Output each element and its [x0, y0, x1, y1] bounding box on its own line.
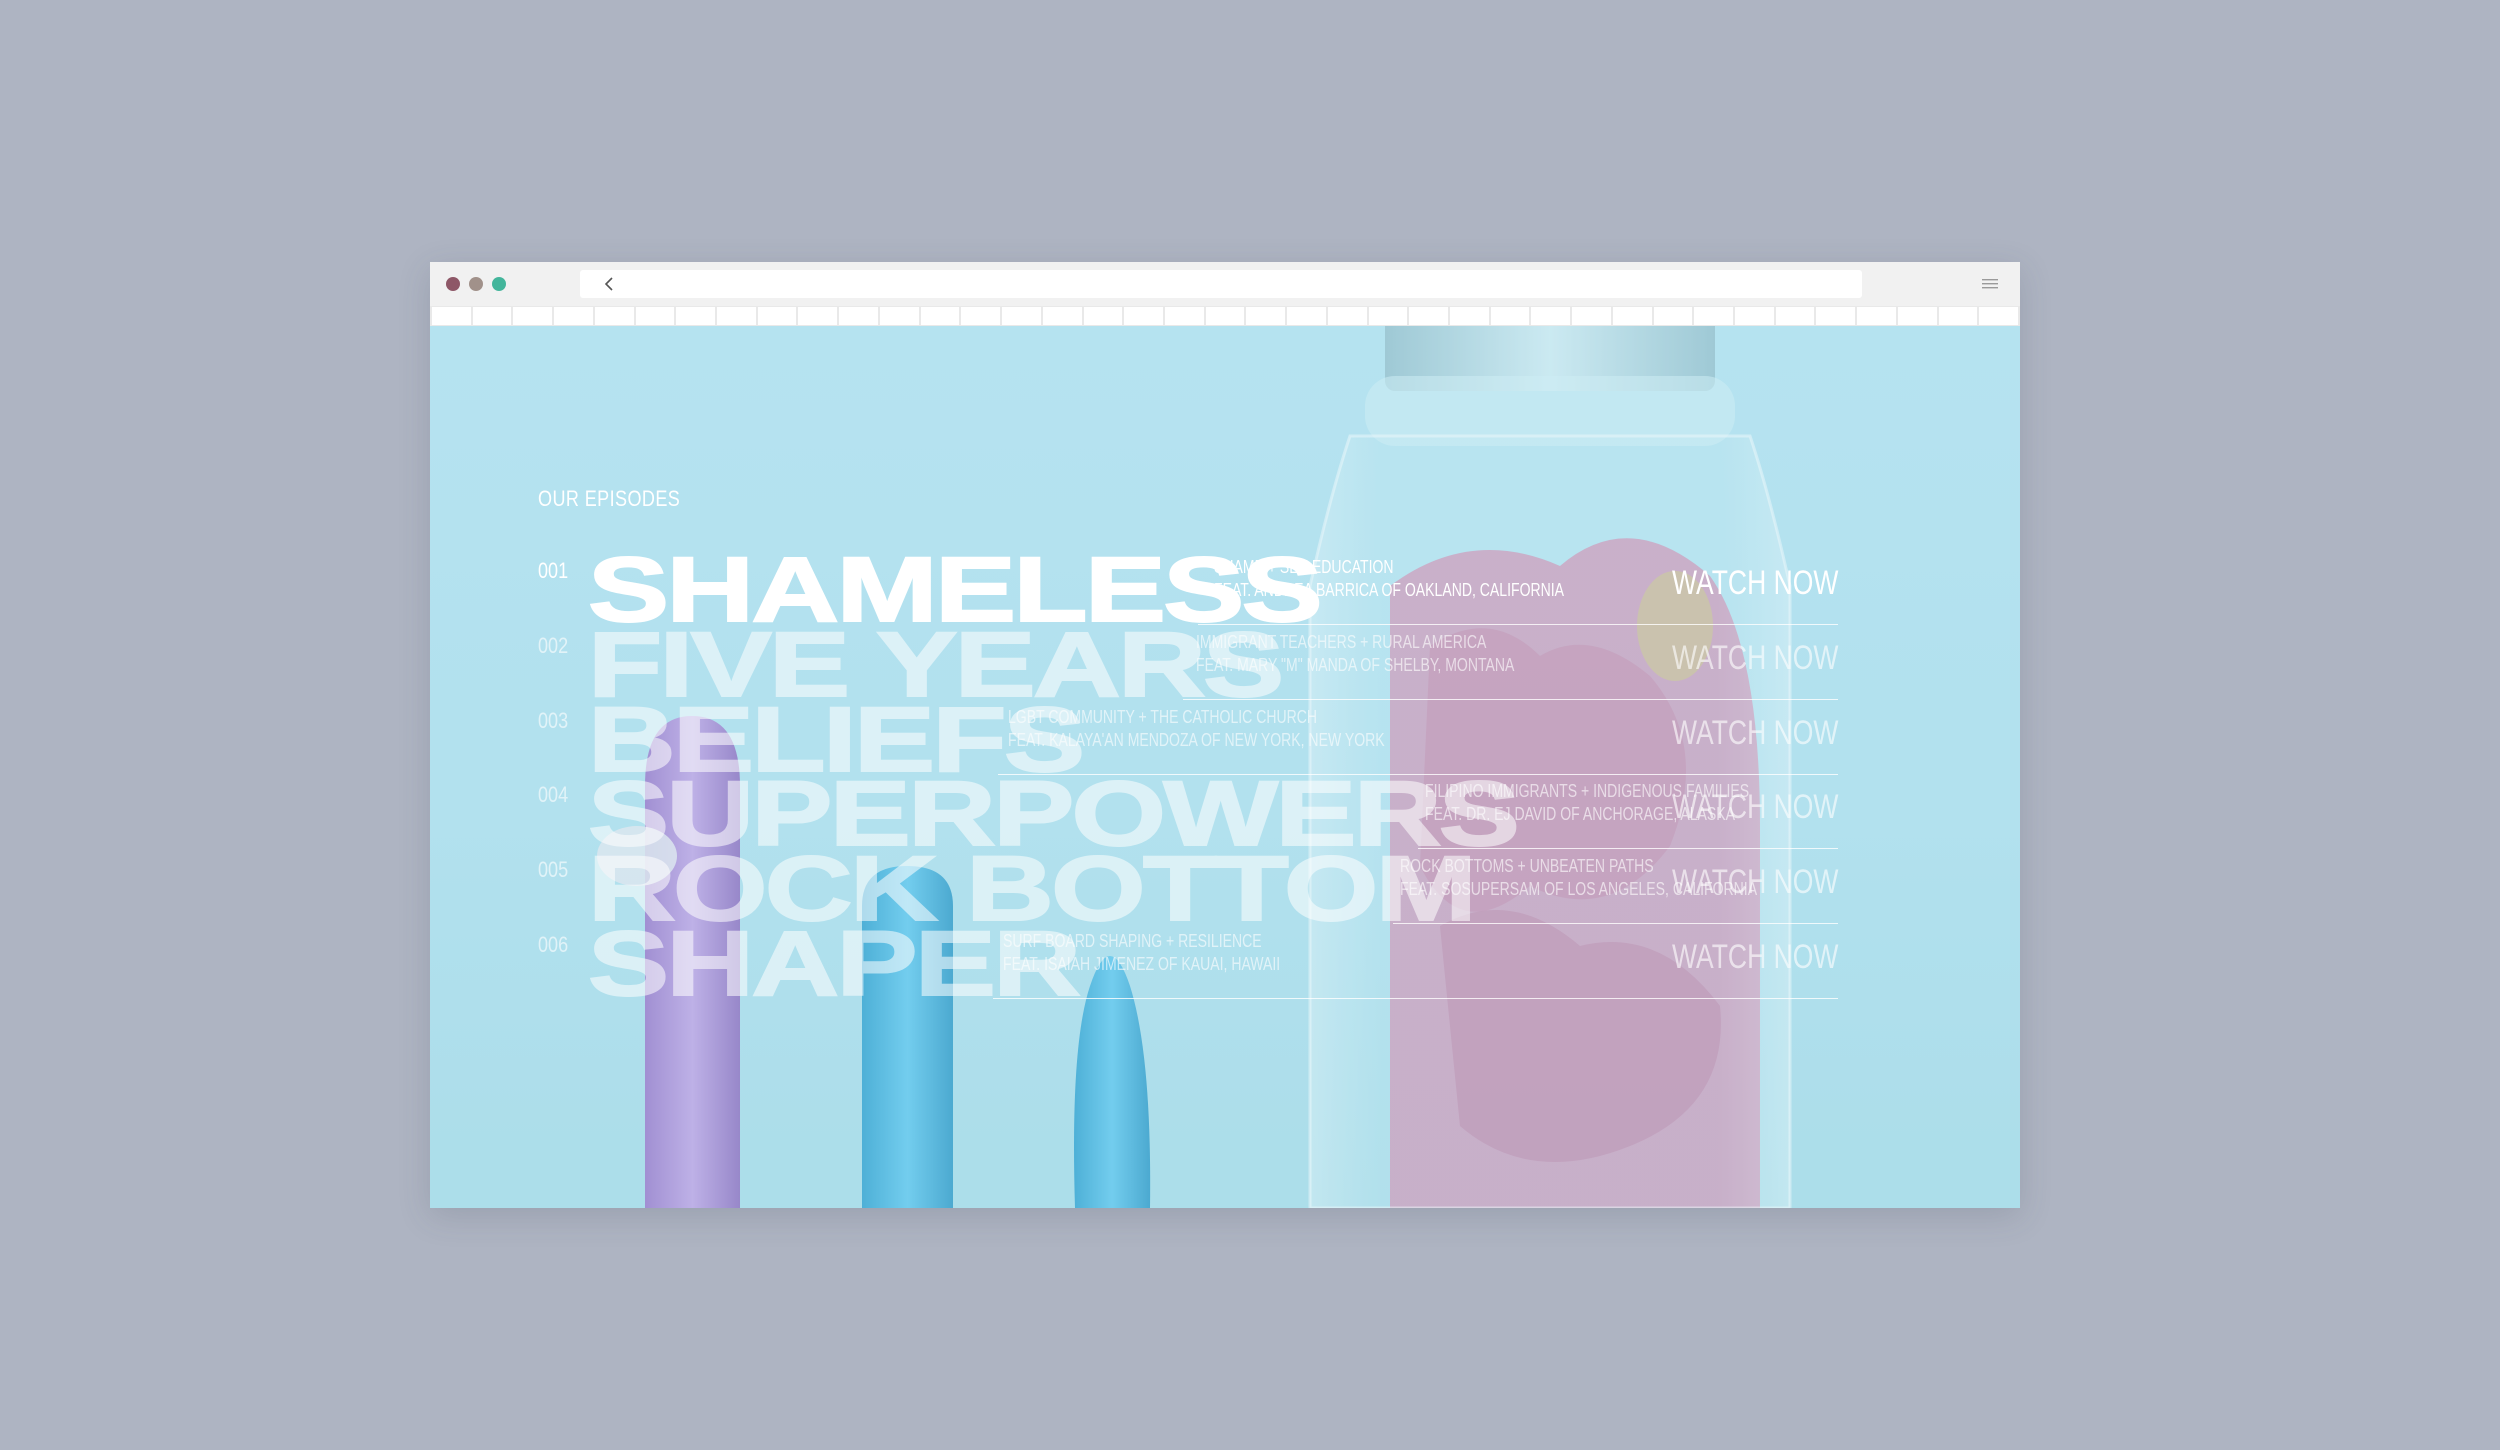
browser-tab[interactable] [920, 307, 960, 325]
episode-feature: FEAT. KALAYA'AN MENDOZA OF NEW YORK, NEW… [1008, 730, 1385, 750]
browser-tab[interactable] [1979, 307, 2019, 325]
episode-number: 003 [538, 708, 569, 733]
browser-tab[interactable] [1083, 307, 1123, 325]
browser-tab[interactable] [513, 307, 553, 325]
browser-tab[interactable] [1735, 307, 1774, 325]
watch-now-link[interactable]: WATCH NOW [1672, 863, 1838, 902]
browser-tab[interactable] [676, 307, 716, 325]
browser-tab[interactable] [1205, 307, 1245, 325]
browser-tab[interactable] [839, 307, 878, 325]
episode-topic: IMMIGRANT TEACHERS + RURAL AMERICA [1196, 632, 1487, 652]
browser-tab[interactable] [1002, 307, 1041, 325]
episode-topic: LGBT COMMUNITY + THE CATHOLIC CHURCH [1008, 707, 1318, 727]
episode-number: 006 [538, 932, 569, 957]
browser-tab[interactable] [1042, 307, 1082, 325]
episode-meta: LGBT COMMUNITY + THE CATHOLIC CHURCH FEA… [1008, 706, 1385, 752]
browser-tab[interactable] [757, 307, 797, 325]
browser-tab[interactable] [1694, 307, 1733, 325]
tab-strip [430, 306, 2020, 326]
episode-meta: SHAME + SEX EDUCATION FEAT. ANDREA BARRI… [1214, 556, 1564, 602]
episodes-section: OUR EPISODES 001 SHAMELESS SHAME + SEX E… [430, 326, 2020, 1208]
close-window-button[interactable] [446, 277, 460, 291]
browser-tab[interactable] [1409, 307, 1448, 325]
browser-tab[interactable] [1327, 307, 1367, 325]
page-viewport: OUR EPISODES 001 SHAMELESS SHAME + SEX E… [430, 326, 2020, 1208]
watch-now-link[interactable]: WATCH NOW [1672, 564, 1838, 603]
browser-tab[interactable] [554, 307, 593, 325]
browser-tab[interactable] [1287, 307, 1326, 325]
minimize-window-button[interactable] [469, 277, 483, 291]
episode-number: 001 [538, 558, 569, 583]
browser-tab[interactable] [1897, 307, 1937, 325]
browser-tab[interactable] [635, 307, 675, 325]
maximize-window-button[interactable] [492, 277, 506, 291]
section-heading: OUR EPISODES [538, 486, 681, 511]
address-bar[interactable] [580, 270, 1862, 298]
browser-titlebar [430, 262, 2020, 306]
browser-tab[interactable] [1816, 307, 1856, 325]
browser-tab[interactable] [879, 307, 919, 325]
episode-number: 005 [538, 857, 569, 882]
browser-tab[interactable] [594, 307, 634, 325]
browser-tab[interactable] [1572, 307, 1611, 325]
browser-tab[interactable] [1612, 307, 1652, 325]
browser-tab[interactable] [1531, 307, 1571, 325]
chevron-left-icon[interactable] [600, 275, 618, 293]
row-divider [993, 998, 1838, 999]
browser-tab[interactable] [1775, 307, 1815, 325]
watch-now-link[interactable]: WATCH NOW [1672, 714, 1838, 753]
browser-tab[interactable] [1246, 307, 1286, 325]
browser-tab[interactable] [1449, 307, 1489, 325]
hamburger-menu-icon[interactable] [1982, 278, 1998, 290]
browser-tab[interactable] [717, 307, 756, 325]
browser-tab[interactable] [1938, 307, 1978, 325]
episode-feature: FEAT. MARY "M" MANDA OF SHELBY, MONTANA [1196, 655, 1515, 675]
browser-tab[interactable] [1164, 307, 1204, 325]
browser-tab[interactable] [1124, 307, 1163, 325]
watch-now-link[interactable]: WATCH NOW [1672, 639, 1838, 678]
browser-tab[interactable] [961, 307, 1001, 325]
episode-meta: IMMIGRANT TEACHERS + RURAL AMERICA FEAT.… [1196, 631, 1514, 677]
episode-topic: SHAME + SEX EDUCATION [1214, 557, 1394, 577]
episode-number: 002 [538, 633, 569, 658]
browser-tab[interactable] [798, 307, 838, 325]
browser-tab[interactable] [1368, 307, 1408, 325]
watch-now-link[interactable]: WATCH NOW [1672, 938, 1838, 977]
episode-meta: SURF BOARD SHAPING + RESILIENCE FEAT. IS… [1003, 930, 1280, 976]
episode-feature: FEAT. ANDREA BARRICA OF OAKLAND, CALIFOR… [1214, 580, 1565, 600]
episode-feature: FEAT. ISAIAH JIMENEZ OF KAUAI, HAWAII [1003, 954, 1281, 974]
browser-tab[interactable] [432, 307, 471, 325]
browser-window: OUR EPISODES 001 SHAMELESS SHAME + SEX E… [430, 262, 2020, 1208]
episode-topic: SURF BOARD SHAPING + RESILIENCE [1003, 931, 1262, 951]
episode-row[interactable]: 006 SHAPER SURF BOARD SHAPING + RESILIEN… [538, 917, 1838, 1011]
episode-number: 004 [538, 782, 569, 807]
browser-tab[interactable] [1653, 307, 1693, 325]
browser-tab[interactable] [1857, 307, 1896, 325]
browser-tab[interactable] [472, 307, 512, 325]
browser-tab[interactable] [1490, 307, 1530, 325]
watch-now-link[interactable]: WATCH NOW [1672, 788, 1838, 827]
